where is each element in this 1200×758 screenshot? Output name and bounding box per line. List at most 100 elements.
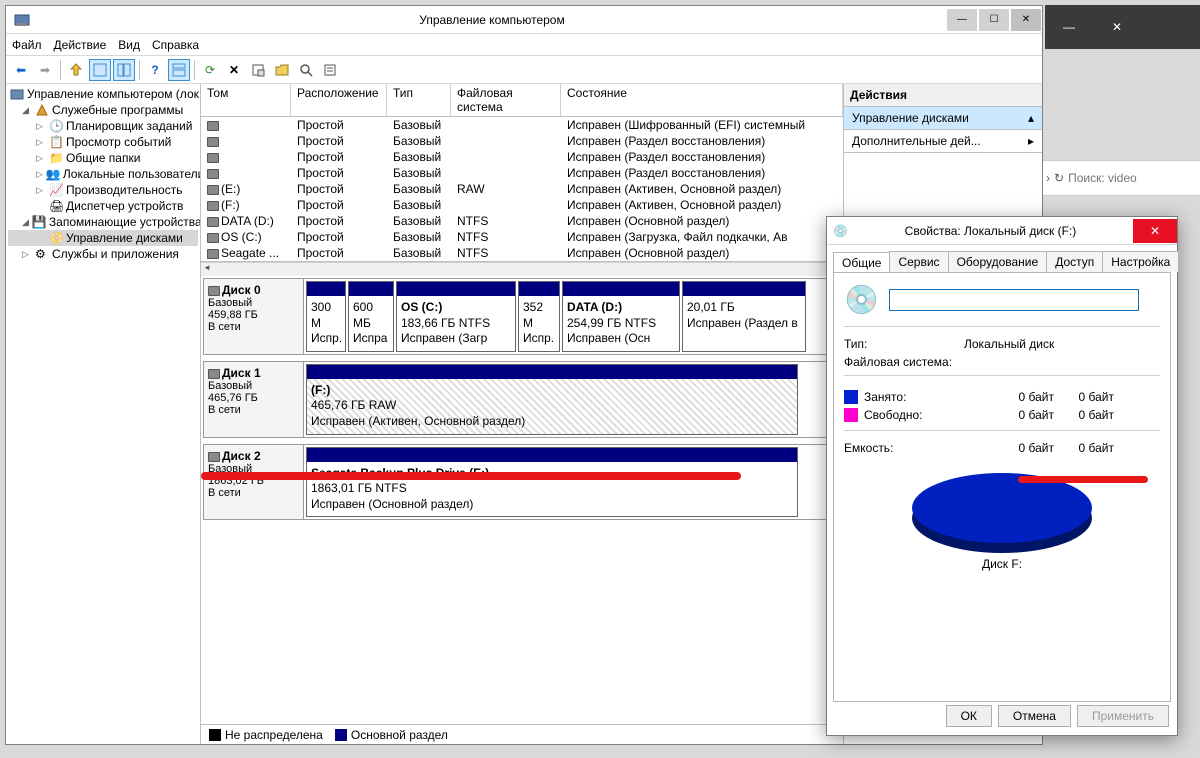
- legend-unallocated: Не распределена: [225, 728, 323, 742]
- menu-help[interactable]: Справка: [152, 38, 199, 52]
- maximize-button[interactable]: ☐: [979, 9, 1009, 31]
- capacity-bytes: 0 байт: [984, 441, 1054, 455]
- volume-row[interactable]: (E:)ПростойБазовыйRAWИсправен (Активен, …: [201, 181, 843, 197]
- used-bytes: 0 байт: [984, 390, 1054, 404]
- back-button[interactable]: ⬅: [10, 59, 32, 81]
- col-filesystem[interactable]: Файловая система: [451, 84, 561, 116]
- tab-general[interactable]: Общие: [833, 252, 890, 273]
- tree-services[interactable]: ▷⚙Службы и приложения: [8, 246, 198, 262]
- menu-action[interactable]: Действие: [54, 38, 107, 52]
- volume-table: Том Расположение Тип Файловая система Со…: [201, 84, 843, 262]
- find-icon[interactable]: [295, 59, 317, 81]
- free-swatch: [844, 408, 858, 422]
- disk-block: Диск 1Базовый465,76 ГБВ сети(F:)465,76 Г…: [203, 361, 841, 438]
- disk-info[interactable]: Диск 1Базовый465,76 ГБВ сети: [204, 362, 304, 437]
- disk-info[interactable]: Диск 2Базовый1863,02 ГБВ сети: [204, 445, 304, 520]
- apply-button[interactable]: Применить: [1077, 705, 1169, 727]
- menubar: Файл Действие Вид Справка: [6, 34, 1042, 56]
- tree-task-scheduler[interactable]: ▷🕒Планировщик заданий: [8, 118, 198, 134]
- list-icon[interactable]: [319, 59, 341, 81]
- open-icon[interactable]: [271, 59, 293, 81]
- actions-more[interactable]: Дополнительные дей...▸: [844, 130, 1042, 153]
- volume-row[interactable]: Seagate ...ПростойБазовыйNTFSИсправен (О…: [201, 245, 843, 261]
- partition[interactable]: (F:)465,76 ГБ RAWИсправен (Активен, Осно…: [306, 364, 798, 435]
- tree-shared-folders[interactable]: ▷📁Общие папки: [8, 150, 198, 166]
- col-layout[interactable]: Расположение: [291, 84, 387, 116]
- volume-row[interactable]: ПростойБазовыйИсправен (Раздел восстанов…: [201, 149, 843, 165]
- tree-system-tools[interactable]: ◢Служебные программы: [8, 102, 198, 118]
- horizontal-scrollbar[interactable]: [201, 262, 843, 276]
- actions-disk-management[interactable]: Управление дисками▴: [844, 107, 1042, 130]
- col-type[interactable]: Тип: [387, 84, 451, 116]
- volume-row[interactable]: (F:)ПростойБазовыйИсправен (Активен, Осн…: [201, 197, 843, 213]
- browser-minimize[interactable]: —: [1045, 5, 1093, 49]
- partition[interactable]: OS (C:)183,66 ГБ NTFSИсправен (Загр: [396, 281, 516, 352]
- volume-header: Том Расположение Тип Файловая система Со…: [201, 84, 843, 117]
- minimize-button[interactable]: —: [947, 9, 977, 31]
- type-label: Тип:: [844, 337, 964, 351]
- disk-block: Диск 2Базовый1863,02 ГБВ сетиSeagate Bac…: [203, 444, 841, 521]
- col-volume[interactable]: Том: [201, 84, 291, 116]
- volume-row[interactable]: ПростойБазовыйИсправен (Шифрованный (EFI…: [201, 117, 843, 133]
- used-swatch: [844, 390, 858, 404]
- refresh-icon[interactable]: ↻: [1054, 171, 1064, 185]
- close-button[interactable]: ✕: [1011, 9, 1041, 31]
- forward-button[interactable]: ➡: [34, 59, 56, 81]
- type-value: Локальный диск: [964, 337, 1054, 351]
- tree-local-users[interactable]: ▷👥Локальные пользователи: [8, 166, 198, 182]
- app-icon: [10, 8, 34, 32]
- tab-tools[interactable]: Сервис: [889, 251, 948, 272]
- partition[interactable]: Seagate Backup Plus Drive (E:)1863,01 ГБ…: [306, 447, 798, 518]
- legend-primary: Основной раздел: [351, 728, 448, 742]
- volume-row[interactable]: ПростойБазовыйИсправен (Раздел восстанов…: [201, 165, 843, 181]
- tab-customize[interactable]: Настройка: [1102, 251, 1179, 272]
- partition[interactable]: DATA (D:)254,99 ГБ NTFSИсправен (Осн: [562, 281, 680, 352]
- tree-disk-management[interactable]: 📀Управление дисками: [8, 230, 198, 246]
- used-label: Занято:: [864, 390, 984, 404]
- partition[interactable]: 352 МИспр.: [518, 281, 560, 352]
- tab-hardware[interactable]: Оборудование: [948, 251, 1048, 272]
- search-input[interactable]: [1064, 167, 1200, 189]
- drive-icon: 💿: [844, 283, 879, 316]
- cancel-button[interactable]: Отмена: [998, 705, 1071, 727]
- up-icon[interactable]: [65, 59, 87, 81]
- ok-button[interactable]: ОК: [946, 705, 992, 727]
- tree-performance[interactable]: ▷📈Производительность: [8, 182, 198, 198]
- partition[interactable]: 300 МИспр.: [306, 281, 346, 352]
- partition[interactable]: 600 МБИспра: [348, 281, 394, 352]
- help-icon[interactable]: ?: [144, 59, 166, 81]
- menu-view[interactable]: Вид: [118, 38, 140, 52]
- disk-info[interactable]: Диск 0Базовый459,88 ГБВ сети: [204, 279, 304, 354]
- volume-label-input[interactable]: [889, 289, 1139, 311]
- properties-icon[interactable]: [247, 59, 269, 81]
- annotation-red-line-2: [1018, 476, 1148, 483]
- titlebar: Управление компьютером — ☐ ✕: [6, 6, 1042, 34]
- browser-close[interactable]: ✕: [1093, 5, 1141, 49]
- tree-storage[interactable]: ◢💾Запоминающие устройства: [8, 214, 198, 230]
- properties-title: Свойства: Локальный диск (F:): [848, 224, 1133, 238]
- view-icon-3[interactable]: [168, 59, 190, 81]
- free-label: Свободно:: [864, 408, 984, 422]
- volume-row[interactable]: OS (C:)ПростойБазовыйNTFSИсправен (Загру…: [201, 229, 843, 245]
- free-bytes: 0 байт: [984, 408, 1054, 422]
- properties-close-button[interactable]: ✕: [1133, 219, 1177, 243]
- free-size: 0 байт: [1054, 408, 1114, 422]
- caret-right-icon: ▸: [1028, 134, 1034, 148]
- properties-tabs: Общие Сервис Оборудование Доступ Настрой…: [833, 251, 1171, 272]
- view-icon-2[interactable]: [113, 59, 135, 81]
- partition[interactable]: 20,01 ГБИсправен (Раздел в: [682, 281, 806, 352]
- tree-root[interactable]: Управление компьютером (лок: [8, 86, 198, 102]
- tab-sharing[interactable]: Доступ: [1046, 251, 1103, 272]
- tree-event-viewer[interactable]: ▷📋Просмотр событий: [8, 134, 198, 150]
- delete-icon[interactable]: ✕: [223, 59, 245, 81]
- chevron-right-icon[interactable]: ›: [1042, 171, 1054, 185]
- menu-file[interactable]: Файл: [12, 38, 42, 52]
- view-icon-1[interactable]: [89, 59, 111, 81]
- volume-row[interactable]: DATA (D:)ПростойБазовыйNTFSИсправен (Осн…: [201, 213, 843, 229]
- tree-device-manager[interactable]: 🖨Диспетчер устройств: [8, 198, 198, 214]
- volume-row[interactable]: ПростойБазовыйИсправен (Раздел восстанов…: [201, 133, 843, 149]
- refresh-icon[interactable]: ⟳: [199, 59, 221, 81]
- col-status[interactable]: Состояние: [561, 84, 843, 116]
- disk-icon: 💿: [833, 224, 848, 238]
- nav-tree: Управление компьютером (лок ◢Служебные п…: [6, 84, 201, 744]
